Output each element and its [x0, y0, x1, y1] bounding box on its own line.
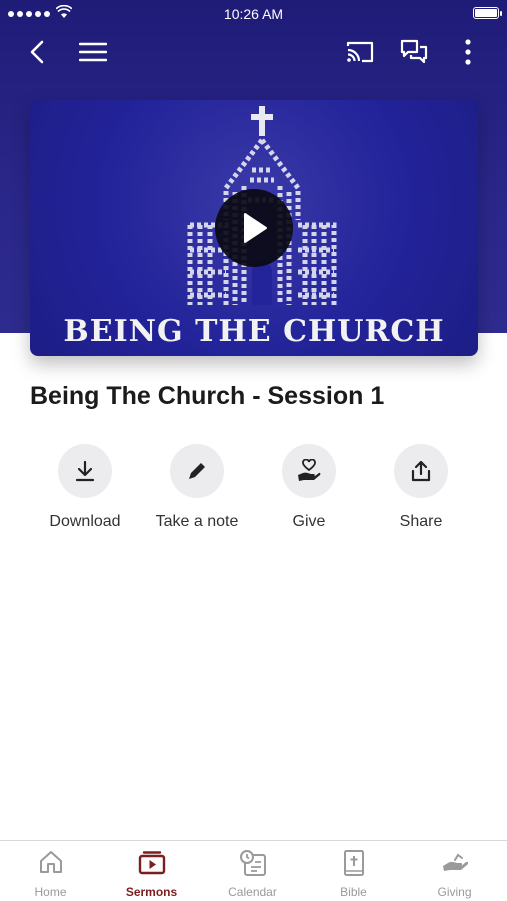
play-icon: [244, 213, 267, 243]
download-action[interactable]: Download: [29, 444, 141, 531]
more-vertical-icon: [465, 39, 471, 65]
give-button[interactable]: [282, 444, 336, 498]
take-note-label: Take a note: [155, 513, 239, 530]
sermon-video-player[interactable]: BEING THE CHURCH: [30, 100, 478, 356]
tab-calendar-label: Calendar: [228, 885, 277, 899]
tab-home-label: Home: [34, 885, 67, 899]
bible-icon: [343, 850, 364, 876]
tab-giving[interactable]: Giving: [404, 841, 505, 901]
tab-sermons-label: Sermons: [125, 885, 178, 899]
tab-bar: Home Sermons Calendar Bible Giving: [0, 840, 507, 901]
share-icon: [411, 460, 431, 482]
tab-home[interactable]: Home: [0, 841, 101, 901]
chat-button[interactable]: [398, 36, 430, 68]
battery-icon: [473, 7, 502, 19]
home-icon: [39, 851, 62, 873]
take-note-button[interactable]: [170, 444, 224, 498]
chevron-left-icon: [30, 40, 44, 64]
tab-calendar[interactable]: Calendar: [202, 841, 303, 901]
giving-icon: [442, 853, 468, 871]
download-button[interactable]: [58, 444, 112, 498]
tab-sermons[interactable]: Sermons: [101, 841, 202, 901]
calendar-icon: [239, 850, 266, 876]
play-button[interactable]: [215, 189, 293, 267]
share-label: Share: [399, 513, 443, 530]
back-button[interactable]: [22, 36, 54, 68]
sermon-title: Being The Church - Session 1: [30, 382, 385, 410]
give-action[interactable]: Give: [253, 444, 365, 531]
download-label: Download: [49, 513, 121, 530]
pencil-icon: [189, 463, 205, 479]
tab-bible[interactable]: Bible: [303, 841, 404, 901]
tab-bible-label: Bible: [340, 885, 367, 899]
hamburger-icon: [79, 42, 107, 62]
download-icon: [75, 460, 95, 482]
more-button[interactable]: [452, 36, 484, 68]
status-time: 10:26 AM: [223, 6, 284, 22]
cast-button[interactable]: [344, 36, 376, 68]
share-button[interactable]: [394, 444, 448, 498]
menu-button[interactable]: [77, 36, 109, 68]
sermons-icon: [138, 851, 165, 875]
tab-giving-label: Giving: [437, 885, 472, 899]
take-note-action[interactable]: Take a note: [141, 444, 253, 531]
chat-icon: [400, 39, 428, 64]
cast-icon: [346, 41, 374, 63]
heart-hand-icon: [298, 459, 321, 481]
artwork-caption: BEING THE CHURCH: [63, 314, 445, 349]
give-label: Give: [292, 513, 326, 530]
status-bar: 10:26 AM: [0, 0, 507, 28]
share-action[interactable]: Share: [365, 444, 477, 531]
